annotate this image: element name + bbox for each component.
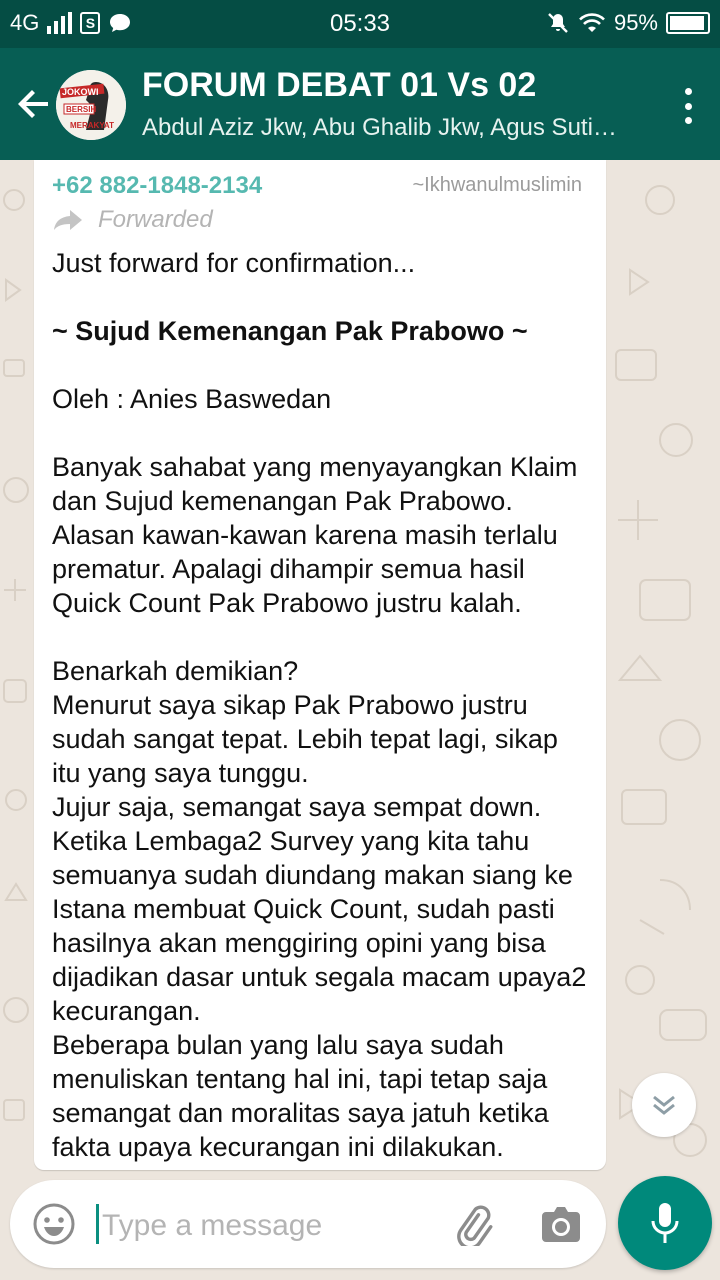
wifi-icon xyxy=(579,13,605,32)
message-input[interactable] xyxy=(102,1206,432,1246)
mute-icon xyxy=(548,13,568,33)
chat-header: JOKOWI BERSIH MERAKYAT FORUM DEBAT 01 Vs… xyxy=(0,48,720,160)
forward-arrow-icon xyxy=(54,210,82,230)
scroll-to-bottom-button[interactable] xyxy=(632,1073,696,1137)
message-intro: Just forward for confirmation... xyxy=(52,248,416,278)
sender-name: ~Ikhwanulmuslimin xyxy=(412,174,582,196)
attach-icon[interactable] xyxy=(450,1202,494,1246)
chat-title[interactable]: FORUM DEBAT 01 Vs 02 xyxy=(142,66,536,105)
avatar-text-1: JOKOWI xyxy=(62,87,99,97)
message-paragraph-2: Benarkah demikian? Menurut saya sikap Pa… xyxy=(52,656,587,1162)
forwarded-indicator: Forwarded xyxy=(52,206,213,234)
group-avatar[interactable]: JOKOWI BERSIH MERAKYAT xyxy=(56,70,126,140)
forwarded-label: Forwarded xyxy=(98,206,213,233)
message-composer xyxy=(10,1180,606,1268)
chat-participants[interactable]: Abdul Aziz Jkw, Abu Ghalib Jkw, Agus Sut… xyxy=(142,114,652,142)
camera-icon[interactable] xyxy=(540,1204,582,1244)
back-arrow-icon[interactable] xyxy=(14,84,54,124)
status-bar: 4G S 05:33 95% xyxy=(0,0,720,48)
emoji-icon[interactable] xyxy=(32,1202,76,1246)
voice-record-button[interactable] xyxy=(618,1176,712,1270)
sender-phone[interactable]: +62 882-1848-2134 xyxy=(52,172,262,200)
status-right: 95% xyxy=(546,10,710,36)
more-options-icon[interactable] xyxy=(682,88,694,124)
battery-percent: 95% xyxy=(613,10,658,35)
avatar-text-2: BERSIH xyxy=(66,105,96,114)
avatar-text-3: MERAKYAT xyxy=(70,121,114,130)
double-chevron-down-icon xyxy=(653,1095,675,1115)
message-text: Just forward for confirmation... ~ Sujud… xyxy=(52,246,592,1164)
message-author: Oleh : Anies Baswedan xyxy=(52,384,332,414)
message-paragraph-1: Banyak sahabat yang menyayangkan Klaim d… xyxy=(52,452,585,618)
message-bubble[interactable]: +62 882-1848-2134 ~Ikhwanulmuslimin Forw… xyxy=(34,160,606,1170)
text-cursor xyxy=(96,1204,99,1244)
chat-area[interactable]: +62 882-1848-2134 ~Ikhwanulmuslimin Forw… xyxy=(0,160,720,1180)
battery-icon xyxy=(666,12,710,34)
input-bar xyxy=(0,1176,720,1280)
message-headline: ~ Sujud Kemenangan Pak Prabowo ~ xyxy=(52,316,528,346)
microphone-icon xyxy=(651,1203,679,1243)
